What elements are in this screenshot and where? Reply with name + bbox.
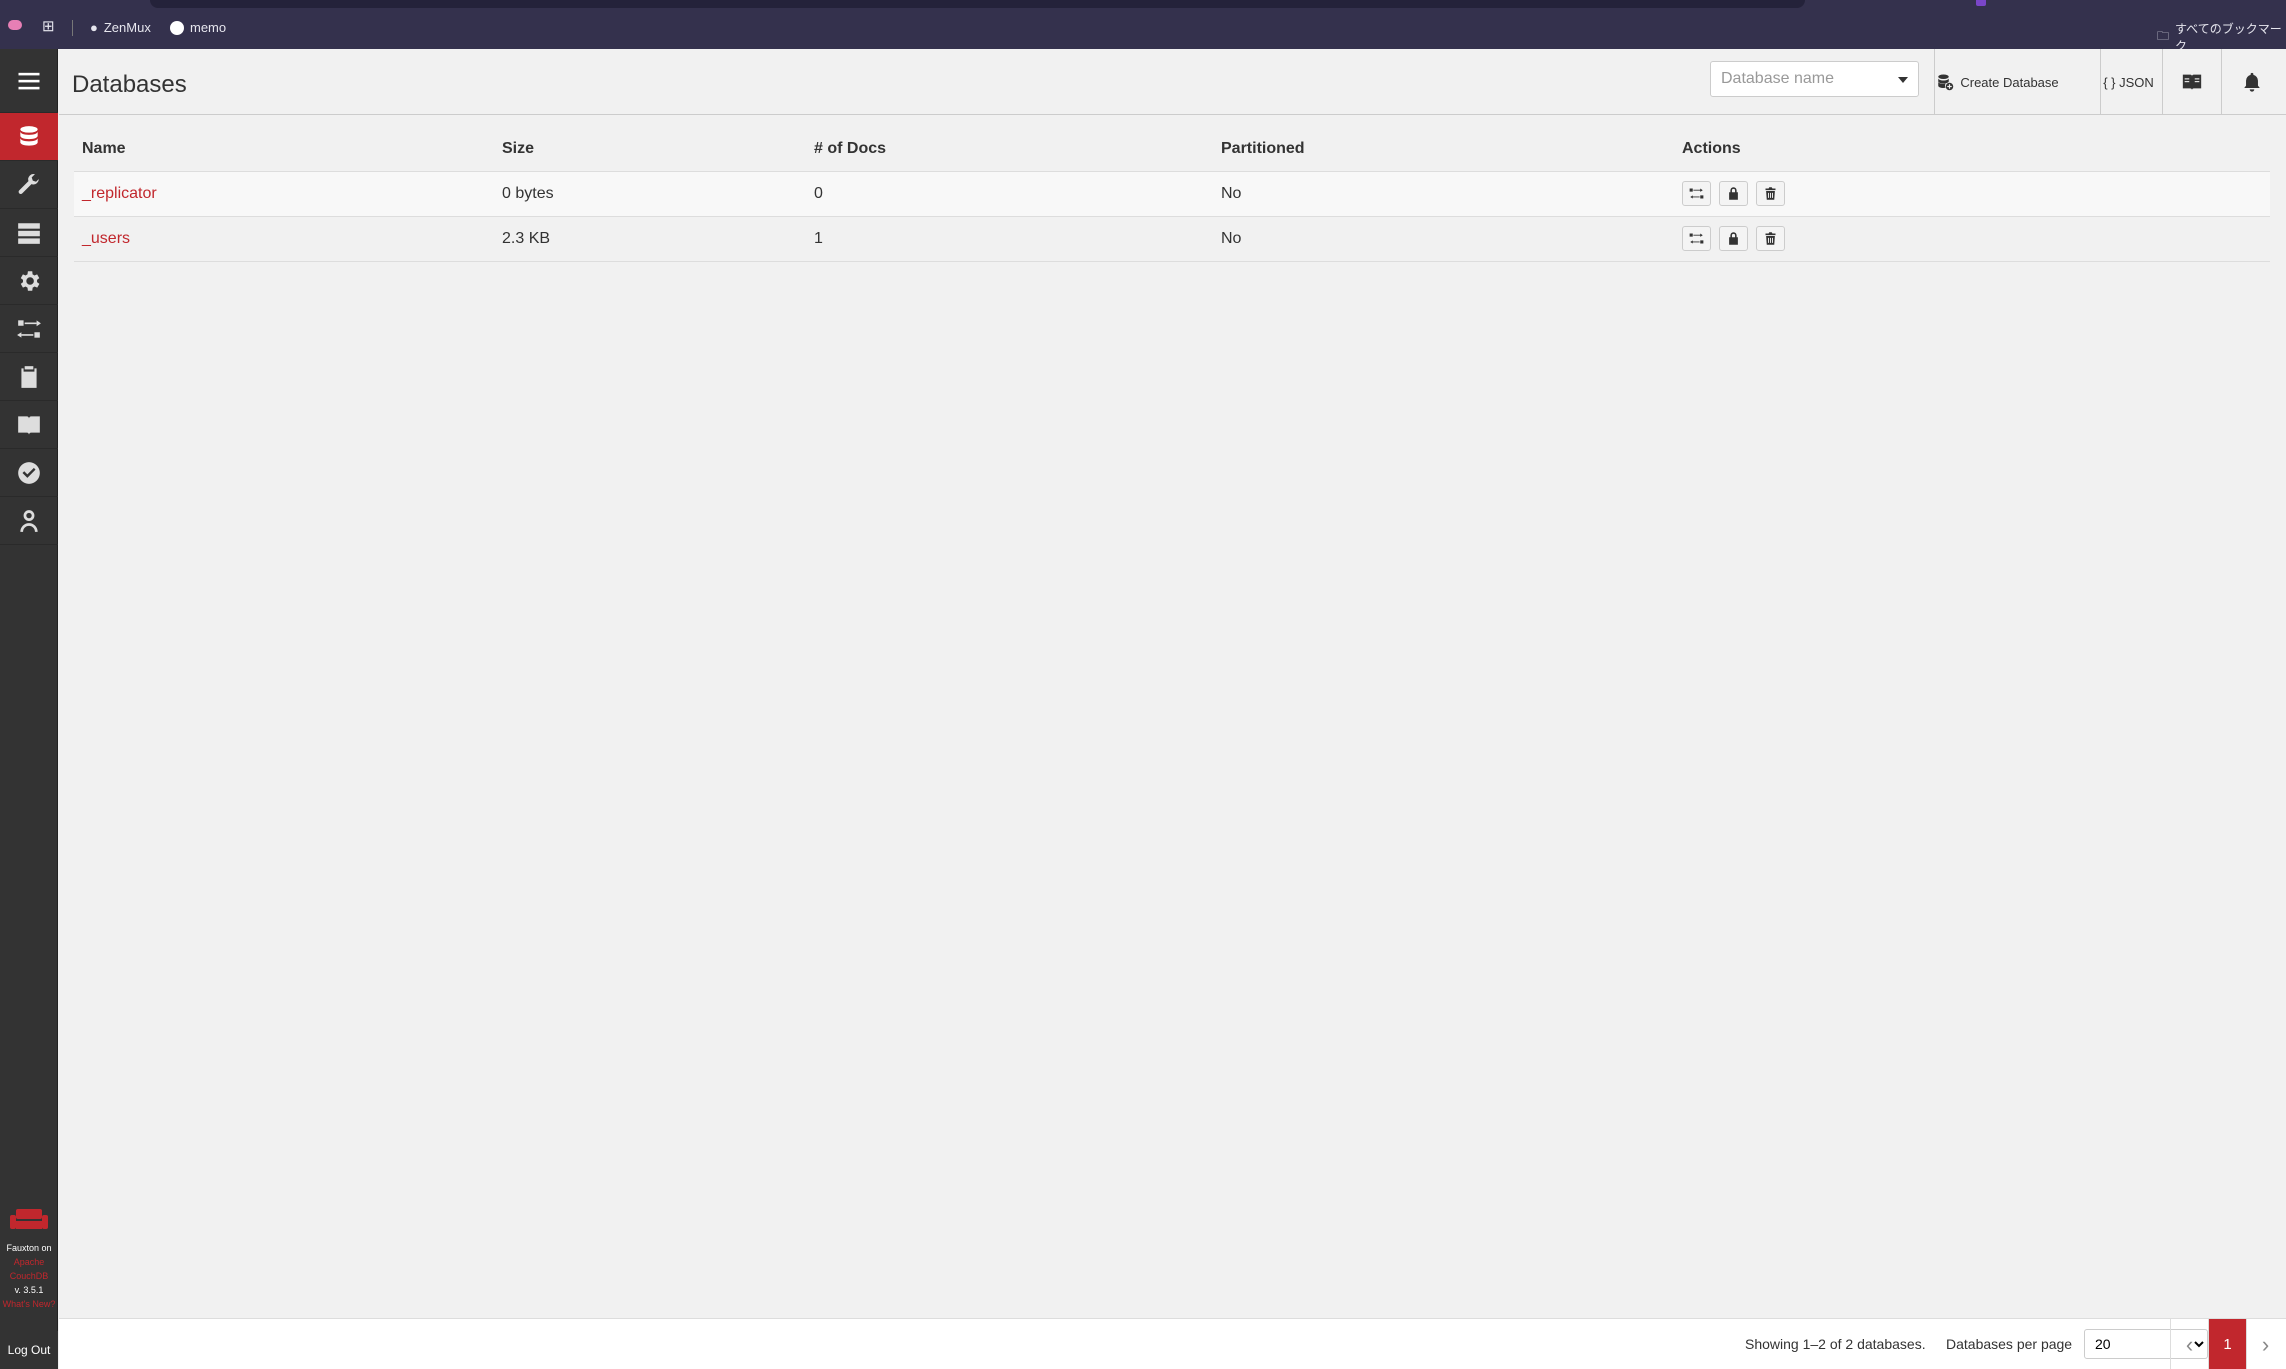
replicate-button[interactable] [1682,226,1711,251]
table-row: _users 2.3 KB 1 No [74,216,2270,262]
json-button[interactable]: { } JSON [2101,49,2156,115]
bookmark-separator [72,20,73,36]
lock-icon [1729,187,1738,200]
replication-icon [17,319,41,338]
page-title: Databases [72,71,187,98]
cell-name: _users [74,216,494,262]
cell-partitioned: No [1213,171,1674,217]
memo-icon [170,20,184,35]
cell-size: 2.3 KB [494,216,806,262]
databases-table: Name Size # of Docs Partitioned Actions … [74,128,2270,262]
create-database-button[interactable]: Create Database [1935,49,2060,115]
column-header-name[interactable]: Name [74,128,494,172]
extension-badge [1976,0,1986,6]
whats-new-link[interactable]: What's New? [0,1297,58,1311]
cell-actions [1674,171,2270,217]
sidebar-footer: Fauxton on Apache CouchDB v. 3.5.1 What'… [0,1205,58,1369]
lock-icon [1729,232,1738,245]
cell-size: 0 bytes [494,171,806,217]
create-database-label: Create Database [1960,74,2059,90]
sidebar-item-docs[interactable] [0,401,58,449]
showing-count-text: Showing 1–2 of 2 databases. [1745,1336,1926,1352]
tasks-icon [18,222,40,244]
json-label: { } JSON [2103,74,2154,90]
database-link-users[interactable]: _users [82,230,130,247]
apps-grid-icon[interactable]: ⊞ [42,17,55,35]
book-icon [18,415,40,435]
database-search-input[interactable] [1721,70,1881,88]
table-header-row: Name Size # of Docs Partitioned Actions [74,128,2270,172]
sidebar-item-user[interactable] [0,497,58,545]
chevron-left-icon: ‹ [2185,1331,2194,1357]
trash-icon [1765,187,1776,200]
column-header-actions: Actions [1674,128,2270,172]
replicate-button[interactable] [1682,181,1711,206]
cell-name: _replicator [74,171,494,217]
sidebar-item-replication[interactable] [0,305,58,353]
cell-actions [1674,216,2270,262]
page-header: Databases Create Database { } JSON [59,49,2286,115]
documentation-button[interactable] [2163,49,2221,115]
database-search-dropdown[interactable] [1710,61,1919,97]
browser-tab-strip [150,0,1805,8]
wrench-icon [18,173,40,194]
bookmark-zenmux[interactable]: ● ZenMux [90,20,151,35]
database-add-icon [1938,74,1954,91]
sidebar-item-config[interactable] [0,257,58,305]
column-header-size[interactable]: Size [494,128,806,172]
folder-icon: 🗀 [2157,28,2170,43]
replication-icon [1689,233,1704,244]
clipboard-icon [21,365,37,388]
previous-page-button[interactable]: ‹ [2170,1319,2208,1369]
version-label: v. 3.5.1 [14,1285,44,1295]
bookmark-memo[interactable]: memo [170,20,226,35]
sidebar-item-setup[interactable] [0,161,58,209]
next-page-button[interactable]: › [2246,1319,2284,1369]
database-icon [20,125,38,146]
pagination-footer: Showing 1–2 of 2 databases. Databases pe… [59,1318,2286,1369]
browser-bookmark-bar: ⊞ ● ZenMux memo 🗀 すべてのブックマーク [0,0,2286,53]
browser-profile-icon[interactable] [8,20,22,30]
cell-partitioned: No [1213,216,1674,262]
logout-button[interactable]: Log Out [0,1331,58,1369]
delete-button[interactable] [1756,226,1785,251]
book-icon [2182,74,2202,91]
couchdb-link[interactable]: CouchDB [0,1269,58,1283]
per-page-label: Databases per page [1946,1336,2073,1352]
hamburger-menu-button[interactable] [0,49,58,113]
permissions-button[interactable] [1719,226,1748,251]
databases-table-container: Name Size # of Docs Partitioned Actions … [74,128,2270,262]
chevron-right-icon: › [2261,1331,2270,1357]
cell-docs: 1 [806,216,1213,262]
bell-icon [2244,72,2260,92]
permissions-button[interactable] [1719,181,1748,206]
notifications-button[interactable] [2222,49,2282,115]
delete-button[interactable] [1756,181,1785,206]
user-icon [20,509,38,532]
check-circle-icon [18,461,40,484]
database-link-replicator[interactable]: _replicator [82,185,157,202]
couchdb-logo-icon [10,1209,48,1229]
sidebar-item-documentation[interactable] [0,353,58,401]
trash-icon [1765,232,1776,245]
replication-icon [1689,188,1704,199]
apache-link[interactable]: Apache [0,1255,58,1269]
gear-icon [20,270,40,291]
caret-down-icon[interactable] [1898,77,1908,83]
cell-docs: 0 [806,171,1213,217]
table-row: _replicator 0 bytes 0 No [74,171,2270,217]
page-button-current[interactable]: 1 [2208,1319,2246,1369]
footer-fauxton-label: Fauxton on [6,1243,52,1253]
sidebar-item-active-tasks[interactable] [0,209,58,257]
sidebar-item-verify[interactable] [0,449,58,497]
zenmux-icon: ● [90,20,98,35]
hamburger-icon [18,72,40,89]
sidebar-item-databases[interactable] [0,113,58,161]
sidebar: Fauxton on Apache CouchDB v. 3.5.1 What'… [0,49,58,1369]
column-header-docs[interactable]: # of Docs [806,128,1213,172]
column-header-partitioned: Partitioned [1213,128,1674,172]
